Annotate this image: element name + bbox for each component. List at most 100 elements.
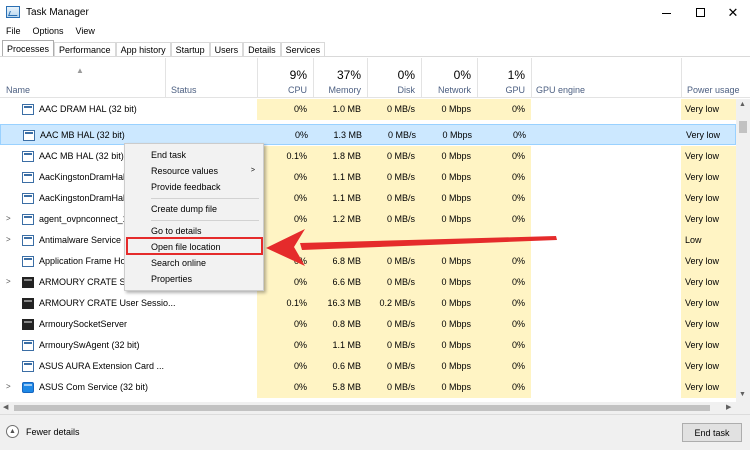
expand-chevron-icon[interactable]: > <box>6 382 11 391</box>
power-cell: Very low <box>681 356 736 377</box>
column-network[interactable]: 0% Network <box>421 58 477 98</box>
column-cpu[interactable]: 9% CPU <box>257 58 313 98</box>
table-row[interactable]: AacKingstonDramHal 0% 1.1 MB 0 MB/s 0 Mb… <box>0 188 736 209</box>
table-row[interactable]: > ARMOURY CRATE Ser 0% 6.6 MB 0 MB/s 0 M… <box>0 272 736 293</box>
gpu-cell: 0% <box>477 293 531 314</box>
memory-cell: 1.1 MB <box>313 335 367 356</box>
column-gpu[interactable]: 1% GPU <box>477 58 531 98</box>
menu-options[interactable]: Options <box>27 24 70 39</box>
cpu-cell: 0% <box>257 167 313 188</box>
gpu-cell <box>477 230 531 251</box>
table-row[interactable]: ArmourySocketServer 0% 0.8 MB 0 MB/s 0 M… <box>0 314 736 335</box>
table-row[interactable]: ARMOURY CRATE User Sessio... 0.1% 16.3 M… <box>0 293 736 314</box>
memory-label: Memory <box>328 85 361 95</box>
scroll-right-icon[interactable]: ▶ <box>726 403 731 411</box>
horizontal-scrollbar[interactable]: ◀ ▶ <box>0 402 736 414</box>
ctx-provide-feedback[interactable]: Provide feedback <box>125 179 263 195</box>
expand-chevron-icon[interactable]: > <box>6 277 11 286</box>
memory-cell: 1.8 MB <box>313 146 367 167</box>
ctx-end-task[interactable]: End task <box>125 147 263 163</box>
process-name: agent_ovpnconnect_1 <box>39 214 128 224</box>
table-row[interactable]: AAC MB HAL (32 bit) 0.1% 1.8 MB 0 MB/s 0… <box>0 146 736 167</box>
network-cell: 0 Mbps <box>421 209 477 230</box>
scroll-left-icon[interactable]: ◀ <box>3 403 8 411</box>
scrollbar-corner <box>736 402 750 414</box>
vertical-scrollbar[interactable]: ▲ ▼ <box>736 99 750 402</box>
table-row[interactable]: > agent_ovpnconnect_1 0% 1.2 MB 0 MB/s 0… <box>0 209 736 230</box>
table-row[interactable]: ArmourySwAgent (32 bit) 0% 1.1 MB 0 MB/s… <box>0 335 736 356</box>
tab-app-history[interactable]: App history <box>115 42 171 57</box>
gpu-engine-cell <box>531 377 681 398</box>
vertical-scroll-thumb[interactable] <box>739 121 747 133</box>
gpu-cell: 0% <box>477 99 531 120</box>
gpu-engine-cell <box>531 272 681 293</box>
gpu-engine-cell <box>532 125 682 146</box>
horizontal-scroll-thumb[interactable] <box>14 405 710 411</box>
ctx-create-dump-file[interactable]: Create dump file <box>125 201 263 217</box>
column-gpu-engine[interactable]: GPU engine <box>531 58 681 98</box>
menu-file[interactable]: File <box>0 24 27 39</box>
menu-view[interactable]: View <box>70 24 101 39</box>
expand-chevron-icon[interactable]: > <box>6 235 11 244</box>
table-row[interactable]: Application Frame Ho 0% 6.8 MB 0 MB/s 0 … <box>0 251 736 272</box>
disk-cell: 0 MB/s <box>367 272 421 293</box>
network-cell <box>421 230 477 251</box>
tab-users[interactable]: Users <box>209 42 244 57</box>
close-button[interactable]: ✕ <box>718 0 748 24</box>
table-row[interactable]: ASUS AURA Extension Card ... 0% 0.6 MB 0… <box>0 356 736 377</box>
process-icon <box>22 361 34 372</box>
disk-cell: 0 MB/s <box>367 146 421 167</box>
tab-performance[interactable]: Performance <box>54 42 116 57</box>
highlight-box <box>126 237 263 255</box>
column-name[interactable]: Name <box>6 85 30 95</box>
gpu-engine-cell <box>531 146 681 167</box>
tab-services[interactable]: Services <box>280 42 326 57</box>
gpu-engine-cell <box>531 314 681 335</box>
tab-processes[interactable]: Processes <box>2 40 55 57</box>
table-row-selected[interactable]: AAC MB HAL (32 bit) 0% 1.3 MB 0 MB/s 0 M… <box>0 124 736 145</box>
fewer-details-link[interactable]: ▲ Fewer details <box>6 425 80 438</box>
process-icon <box>22 340 34 351</box>
gpu-engine-cell <box>531 230 681 251</box>
column-memory[interactable]: 37% Memory <box>313 58 367 98</box>
tab-details[interactable]: Details <box>243 42 281 57</box>
gpu-engine-cell <box>531 335 681 356</box>
end-task-button[interactable]: End task <box>682 423 742 442</box>
scroll-down-icon[interactable]: ▼ <box>739 391 746 398</box>
power-cell: Very low <box>681 272 736 293</box>
gpu-cell: 0% <box>477 314 531 335</box>
network-cell: 0 Mbps <box>421 188 477 209</box>
scroll-up-icon[interactable]: ▲ <box>739 101 746 108</box>
network-label: Network <box>437 85 471 95</box>
process-name: ArmourySocketServer <box>39 319 128 329</box>
gpu-cell: 0% <box>512 130 526 140</box>
tab-strip: Processes Performance App history Startu… <box>2 40 326 57</box>
network-cell: 0 Mbps <box>421 251 477 272</box>
process-name: Antimalware Service E <box>39 235 130 245</box>
column-status[interactable]: Status <box>171 85 197 95</box>
ctx-resource-values[interactable]: Resource values > <box>125 163 263 179</box>
table-row[interactable]: AAC DRAM HAL (32 bit) 0% 1.0 MB 0 MB/s 0… <box>0 99 736 120</box>
power-cell: Very low <box>681 146 736 167</box>
ctx-properties[interactable]: Properties <box>125 271 263 287</box>
expand-chevron-icon[interactable]: > <box>6 214 11 223</box>
column-power-usage[interactable]: Power usage <box>681 58 750 98</box>
process-icon <box>23 130 35 141</box>
memory-cell: 16.3 MB <box>313 293 367 314</box>
tab-startup[interactable]: Startup <box>170 42 210 57</box>
process-list: AAC DRAM HAL (32 bit) 0% 1.0 MB 0 MB/s 0… <box>0 99 736 402</box>
maximize-button[interactable] <box>685 0 715 24</box>
process-name: AAC MB HAL (32 bit) <box>39 151 124 161</box>
table-row[interactable]: AacKingstonDramHal 0% 1.1 MB 0 MB/s 0 Mb… <box>0 167 736 188</box>
gpu-cell: 0% <box>477 251 531 272</box>
disk-cell: 0.2 MB/s <box>367 293 421 314</box>
minimize-button[interactable] <box>651 0 681 24</box>
gpu-engine-cell <box>531 293 681 314</box>
disk-label: Disk <box>397 85 416 95</box>
process-icon <box>22 172 34 183</box>
column-disk[interactable]: 0% Disk <box>367 58 421 98</box>
table-row[interactable]: > ASUS Com Service (32 bit) 0% 5.8 MB 0 … <box>0 377 736 398</box>
table-row[interactable]: > Antimalware Service E Low <box>0 230 736 251</box>
ctx-search-online[interactable]: Search online <box>125 255 263 271</box>
power-cell: Very low <box>681 99 736 120</box>
